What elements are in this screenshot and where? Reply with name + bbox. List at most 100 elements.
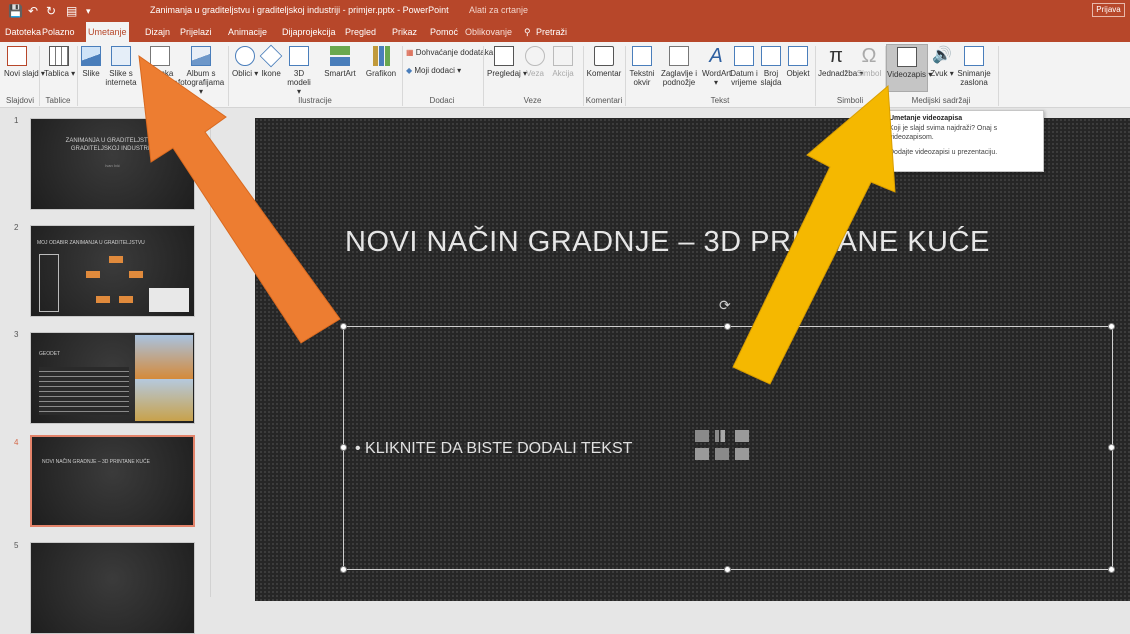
slide-thumbnail-2[interactable]: MOJ ODABIR ZANIMANJA U GRADITELJSTVU	[30, 225, 195, 317]
scaffold-image	[39, 254, 59, 312]
group-slajdovi: Slajdovi	[5, 96, 34, 105]
group-komentari: Komentari	[585, 96, 623, 105]
shapes-button[interactable]: Oblici ▾	[232, 46, 258, 78]
my-add-ins-button[interactable]: ◆ Moji dodaci ▾	[406, 66, 461, 75]
table-button[interactable]: Tablica ▾	[44, 46, 75, 78]
comment-button[interactable]: Komentar	[586, 46, 622, 78]
slide-title[interactable]: NOVI NAČIN GRADNJE – 3D PRINTANE KUĆE	[345, 226, 990, 259]
resize-handle[interactable]	[1108, 566, 1115, 573]
resize-handle[interactable]	[340, 566, 347, 573]
new-slide-button[interactable]: Novi slajd ▾	[4, 46, 45, 78]
link-label: Veza	[526, 69, 544, 78]
screenshot-icon	[150, 46, 170, 66]
zoom-button[interactable]: Pregledaj ▾	[487, 46, 527, 78]
chart-label: Grafikon	[365, 69, 397, 78]
screen-recording-button[interactable]: Snimanje zaslona	[956, 46, 992, 87]
insert-content-icons	[695, 430, 763, 472]
present-icon[interactable]: ▤	[66, 4, 77, 18]
date-time-label: Datum i vrijeme	[730, 69, 758, 87]
symbol-button[interactable]: Ω Simbol	[856, 46, 882, 78]
slide-number: 5	[14, 541, 19, 550]
audio-button[interactable]: 🔊 Zvuk ▾	[930, 46, 954, 78]
photo-album-button[interactable]: Album s fotografijama ▾	[178, 46, 224, 96]
resize-handle[interactable]	[340, 444, 347, 451]
group-ilustracije: Ilustracije	[298, 96, 332, 105]
object-button[interactable]: Objekt	[784, 46, 812, 78]
icons-button[interactable]: Ikone	[259, 44, 283, 78]
picture-icon	[81, 46, 101, 66]
tab-dijaprojekcija[interactable]: Dijaprojekcija	[280, 22, 338, 42]
sign-in-button[interactable]: Prijava	[1092, 3, 1125, 17]
pictures-button[interactable]: Slike	[80, 46, 102, 78]
tab-datoteka[interactable]: Datoteka	[3, 22, 43, 42]
undo-icon[interactable]: ↶	[28, 4, 38, 18]
online-pictures-button[interactable]: Slike s interneta	[104, 46, 138, 87]
tab-umetanje[interactable]: Umetanje	[86, 22, 129, 42]
link-button: Veza	[524, 46, 546, 78]
my-add-ins-label: Moji dodaci ▾	[414, 66, 462, 75]
thumbnail-text-lines	[39, 367, 129, 415]
insert-online-picture-icon[interactable]	[715, 448, 729, 460]
rotate-handle-icon[interactable]: ⟳	[719, 297, 731, 314]
insert-chart-icon[interactable]	[715, 430, 729, 442]
resize-handle[interactable]	[340, 323, 347, 330]
search-icon[interactable]: ⚲	[522, 22, 533, 42]
insert-smartart-icon[interactable]	[735, 430, 749, 442]
action-label: Akcija	[552, 69, 574, 78]
tab-polazno[interactable]: Polazno	[40, 22, 77, 42]
comment-label: Komentar	[586, 69, 622, 78]
tab-pregled[interactable]: Pregled	[343, 22, 378, 42]
screenshot-button[interactable]: Snimka zaslona ▾	[140, 46, 180, 87]
resize-handle[interactable]	[724, 566, 731, 573]
context-tab-label: Alati za crtanje	[469, 5, 529, 15]
tab-prijelazi[interactable]: Prijelazi	[178, 22, 214, 42]
chart-button[interactable]: Grafikon	[364, 46, 398, 78]
text-box-button[interactable]: Tekstni okvir	[628, 46, 656, 87]
ribbon-tabs: Datoteka Polazno Umetanje Dizajn Prijela…	[0, 22, 1130, 42]
smartart-button[interactable]: SmartArt	[318, 46, 362, 78]
slide-number-icon	[761, 46, 781, 66]
insert-picture-icon[interactable]	[695, 448, 709, 460]
tab-oblikovanje[interactable]: Oblikovanje	[463, 22, 514, 42]
smartart-label: SmartArt	[324, 69, 356, 78]
slide-thumbnail-1[interactable]: ZANIMANJA U GRADITELJSTVU I GRADITELJSKO…	[30, 118, 195, 210]
excavator-image	[149, 288, 189, 312]
tab-pretrazi[interactable]: Pretraži	[534, 22, 569, 42]
tab-dizajn[interactable]: Dizajn	[143, 22, 172, 42]
wordart-button[interactable]: A WordArt ▾	[702, 46, 731, 87]
thumbnail-scrollbar[interactable]	[210, 112, 218, 597]
slide-thumbnail-5[interactable]	[30, 542, 195, 634]
insert-video-icon[interactable]	[735, 448, 749, 460]
resize-handle[interactable]	[724, 323, 731, 330]
video-button[interactable]: Videozapis ▾	[886, 44, 932, 92]
header-footer-label: Zaglavlje i podnožje	[660, 69, 697, 87]
get-add-ins-button[interactable]: ▦ Dohvaćanje dodataka	[406, 48, 493, 57]
slide-thumbnail-4[interactable]: NOVI NAČIN GRADNJE – 3D PRINTANE KUĆE	[30, 435, 195, 527]
content-bullet-text[interactable]: • KLIKNITE DA BISTE DODALI TEKST	[355, 440, 632, 458]
equation-button[interactable]: π Jednadžba ▾	[818, 46, 863, 78]
insert-table-icon[interactable]	[695, 430, 709, 442]
customize-quick-access-icon[interactable]: ▾	[86, 4, 91, 18]
zoom-icon	[494, 46, 514, 66]
resize-handle[interactable]	[1108, 323, 1115, 330]
header-footer-button[interactable]: Zaglavlje i podnožje	[656, 46, 702, 87]
tab-prikaz[interactable]: Prikaz	[390, 22, 419, 42]
tab-animacije[interactable]: Animacije	[226, 22, 269, 42]
tooltip-title: Umetanje videozapisa	[889, 115, 963, 122]
omega-icon: Ω	[861, 45, 877, 67]
save-icon[interactable]: 💾	[8, 4, 23, 18]
3d-models-button[interactable]: 3D modeli ▾	[285, 46, 313, 96]
screenshot-label: Snimka zaslona ▾	[143, 69, 177, 87]
get-add-ins-label: Dohvaćanje dodataka	[415, 48, 494, 57]
date-time-button[interactable]: Datum i vrijeme	[730, 46, 758, 87]
calendar-icon	[734, 46, 754, 66]
slide-thumbnail-3[interactable]: GEODET	[30, 332, 195, 424]
redo-icon[interactable]: ↻	[46, 4, 56, 18]
slide-number-button[interactable]: Broj slajda	[760, 46, 782, 87]
screen-recording-icon	[964, 46, 984, 66]
action-button: Akcija	[550, 46, 576, 78]
tab-pomoc[interactable]: Pomoć	[428, 22, 460, 42]
tooltip-line: Dodajte videozapisi u prezentaciju.	[889, 149, 998, 156]
ribbon: Novi slajd ▾ Slajdovi Tablica ▾ Tablice …	[0, 42, 1130, 108]
resize-handle[interactable]	[1108, 444, 1115, 451]
